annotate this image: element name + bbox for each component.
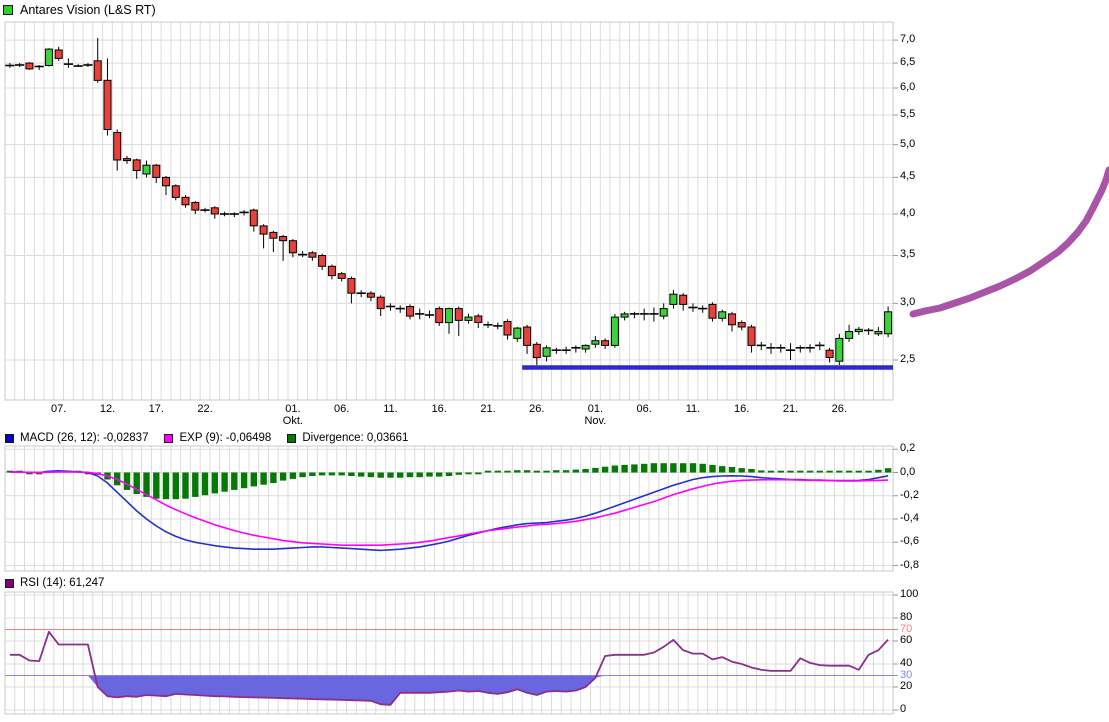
chart-title: Antares Vision (L&S RT) bbox=[20, 3, 156, 17]
date-tick-label: 21. bbox=[783, 403, 798, 415]
date-tick-label: 17. bbox=[149, 403, 164, 415]
macd-legend-item: MACD (26, 12): -0,02837 bbox=[5, 432, 148, 444]
date-tick-label: 11. bbox=[383, 403, 397, 415]
exp-legend-item: EXP (9): -0,06498 bbox=[164, 432, 271, 444]
price-tick-label: 5,5 bbox=[900, 108, 915, 121]
date-tick-label: 12. bbox=[100, 403, 115, 415]
rsi-tick-label: 60 bbox=[900, 634, 912, 647]
date-tick-label: 21. bbox=[480, 403, 495, 415]
exp-marker-icon bbox=[164, 434, 173, 443]
price-tick-label: 3,0 bbox=[900, 296, 915, 309]
price-tick-label: 4,5 bbox=[900, 170, 915, 183]
date-tick-label: 11. bbox=[686, 403, 700, 415]
series-marker-icon bbox=[3, 5, 13, 15]
price-tick-label: 3,5 bbox=[900, 248, 915, 261]
price-tick-label: 7,0 bbox=[900, 33, 915, 46]
macd-legend-label: MACD (26, 12): -0,02837 bbox=[20, 432, 148, 444]
divergence-legend-label: Divergence: 0,03661 bbox=[302, 432, 408, 444]
date-tick-label: 07. bbox=[51, 403, 66, 415]
price-tick-label: 4,0 bbox=[900, 207, 915, 220]
date-tick-label: 06. bbox=[637, 403, 652, 415]
rsi-tick-label: 0 bbox=[900, 703, 906, 716]
date-tick-label: 01.Okt. bbox=[283, 403, 303, 427]
macd-tick-label: -0,8 bbox=[900, 559, 919, 572]
chart-canvas[interactable] bbox=[0, 0, 1109, 722]
price-tick-label: 5,0 bbox=[900, 138, 915, 151]
divergence-legend-item: Divergence: 0,03661 bbox=[287, 432, 408, 444]
date-tick-label: 16. bbox=[432, 403, 447, 415]
rsi-legend: RSI (14): 61,247 bbox=[5, 577, 104, 589]
macd-tick-label: -0,2 bbox=[900, 489, 919, 502]
macd-tick-label: -0,6 bbox=[900, 535, 919, 548]
date-tick-label: 22. bbox=[197, 403, 212, 415]
price-tick-label: 6,0 bbox=[900, 81, 915, 94]
macd-tick-label: 0,2 bbox=[900, 442, 915, 455]
date-tick-label: 26. bbox=[529, 403, 544, 415]
rsi-marker-icon bbox=[5, 579, 14, 588]
price-tick-label: 2,5 bbox=[900, 353, 915, 366]
stock-chart-app: Antares Vision (L&S RT) MACD (26, 12): -… bbox=[0, 0, 1109, 722]
rsi-tick-label: 20 bbox=[900, 680, 912, 693]
macd-tick-label: 0,0 bbox=[900, 466, 915, 479]
date-tick-label: 06. bbox=[334, 403, 349, 415]
rsi-tick-label: 100 bbox=[900, 588, 918, 601]
rsi-legend-label: RSI (14): 61,247 bbox=[20, 577, 104, 589]
exp-legend-label: EXP (9): -0,06498 bbox=[179, 432, 271, 444]
date-tick-label: 26. bbox=[832, 403, 847, 415]
price-tick-label: 6,5 bbox=[900, 56, 915, 69]
macd-marker-icon bbox=[5, 434, 14, 443]
chart-title-row: Antares Vision (L&S RT) bbox=[3, 3, 156, 17]
macd-tick-label: -0,4 bbox=[900, 512, 919, 525]
date-tick-label: 16. bbox=[734, 403, 749, 415]
divergence-marker-icon bbox=[287, 434, 296, 443]
rsi-legend-item: RSI (14): 61,247 bbox=[5, 577, 104, 589]
macd-legend: MACD (26, 12): -0,02837 EXP (9): -0,0649… bbox=[5, 432, 408, 444]
date-tick-label: 01.Nov. bbox=[584, 403, 606, 427]
